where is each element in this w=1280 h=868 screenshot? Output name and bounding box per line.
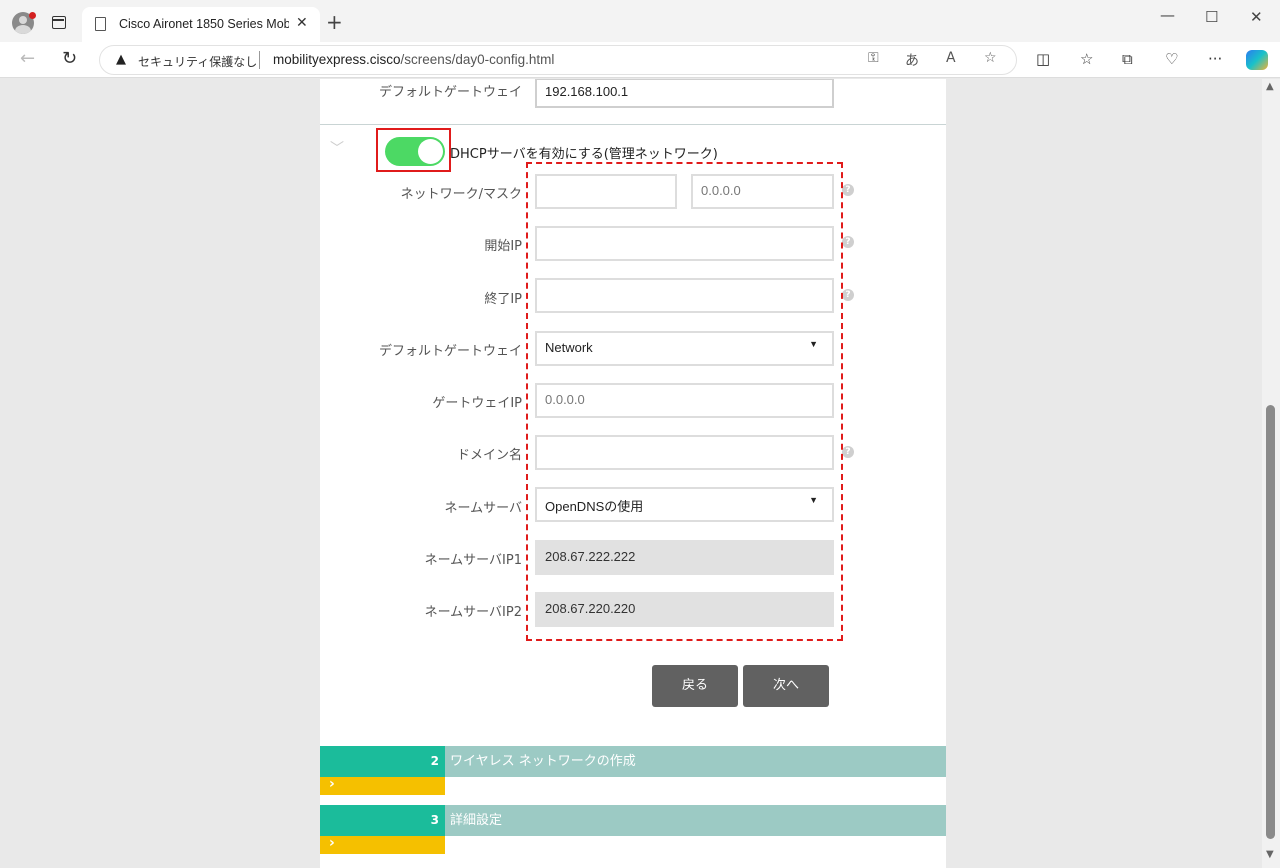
step-3-title: 詳細設定 bbox=[450, 813, 503, 828]
url-host: mobilityexpress.cisco bbox=[273, 52, 401, 67]
profile-notification-dot bbox=[29, 12, 36, 19]
copilot-icon[interactable] bbox=[1246, 50, 1268, 70]
more-options-icon[interactable]: ··· bbox=[1208, 50, 1222, 68]
page-scrollbar[interactable]: ▲ ▼ bbox=[1262, 79, 1280, 868]
tab-title: Cisco Aironet 1850 Series Mobility Expre… bbox=[119, 17, 289, 31]
scroll-thumb[interactable] bbox=[1266, 405, 1275, 839]
scroll-up-icon[interactable]: ▲ bbox=[1266, 81, 1274, 92]
end-ip-help-icon[interactable]: ? bbox=[842, 289, 854, 301]
browser-essentials-icon[interactable]: ♡ bbox=[1165, 50, 1178, 68]
browser-tab-bar: Cisco Aironet 1850 Series Mobility Expre… bbox=[0, 0, 1280, 42]
read-aloud-icon[interactable]: A bbox=[946, 50, 956, 66]
browser-tab-active[interactable]: Cisco Aironet 1850 Series Mobility Expre… bbox=[82, 7, 320, 42]
minimize-icon[interactable]: — bbox=[1160, 6, 1175, 24]
start-ip-help-icon[interactable]: ? bbox=[842, 236, 854, 248]
default-gateway-label: デフォルトゲートウェイ bbox=[378, 344, 522, 359]
new-tab-icon[interactable]: + bbox=[326, 10, 343, 34]
start-ip-label: 開始IP bbox=[484, 239, 522, 254]
maximize-icon[interactable]: ☐ bbox=[1205, 8, 1218, 26]
favorites-icon[interactable]: ☆ bbox=[1080, 50, 1093, 68]
back-button[interactable]: 戻る bbox=[652, 665, 738, 707]
collections-icon[interactable]: ⧉ bbox=[1122, 50, 1133, 68]
step-2-title: ワイヤレス ネットワークの作成 bbox=[450, 754, 636, 769]
collapse-chevron-icon[interactable]: ﹀ bbox=[330, 138, 344, 158]
network-mask-label: ネットワーク/マスク bbox=[400, 187, 522, 202]
address-separator bbox=[259, 51, 260, 69]
gateway-ip-label: ゲートウェイIP bbox=[432, 396, 522, 411]
dhcp-fields-highlight-box bbox=[526, 162, 843, 641]
step-3-number: 3 bbox=[320, 805, 445, 836]
tab-actions-icon[interactable] bbox=[52, 16, 66, 29]
name-server-ip2-label: ネームサーバIP2 bbox=[424, 605, 522, 620]
key-icon[interactable]: ⚿ bbox=[868, 50, 879, 66]
window-close-icon[interactable]: ✕ bbox=[1250, 8, 1263, 26]
url-text[interactable]: mobilityexpress.cisco/screens/day0-confi… bbox=[273, 52, 554, 67]
favorite-star-icon[interactable]: ☆ bbox=[984, 50, 997, 66]
toggle-highlight-box bbox=[376, 128, 451, 172]
chevron-right-icon: › bbox=[329, 835, 335, 851]
page-icon bbox=[95, 17, 106, 31]
domain-name-label: ドメイン名 bbox=[456, 448, 522, 463]
address-field[interactable]: ▲ セキュリティ保護なし mobilityexpress.cisco/scree… bbox=[99, 45, 1017, 75]
chevron-right-icon: › bbox=[329, 776, 335, 792]
step-3-expand-bar[interactable]: › bbox=[320, 835, 445, 854]
translate-icon[interactable]: あ bbox=[905, 50, 919, 70]
end-ip-label: 終了IP bbox=[484, 292, 522, 307]
network-help-icon[interactable]: ? bbox=[842, 184, 854, 196]
scroll-down-icon[interactable]: ▼ bbox=[1266, 849, 1274, 860]
section-divider bbox=[320, 124, 946, 125]
url-path: /screens/day0-config.html bbox=[400, 52, 555, 67]
split-screen-icon[interactable]: ◫ bbox=[1036, 50, 1050, 68]
step-2-number: 2 bbox=[320, 746, 445, 777]
tab-close-icon[interactable]: ✕ bbox=[296, 15, 308, 31]
name-server-ip1-label: ネームサーバIP1 bbox=[424, 553, 522, 568]
name-server-label: ネームサーバ bbox=[444, 501, 522, 516]
config-panel: デフォルトゲートウェイ 192.168.100.1 ﹀ DHCPサーバを有効にす… bbox=[320, 79, 946, 868]
next-button[interactable]: 次へ bbox=[743, 665, 829, 707]
domain-help-icon[interactable]: ? bbox=[842, 446, 854, 458]
step-2-header[interactable]: 2 ワイヤレス ネットワークの作成 bbox=[320, 746, 946, 777]
warning-icon: ▲ bbox=[116, 52, 126, 67]
security-status[interactable]: セキュリティ保護なし bbox=[138, 53, 257, 70]
back-arrow-icon[interactable]: ← bbox=[20, 48, 35, 69]
step-2-expand-bar[interactable]: › bbox=[320, 776, 445, 795]
refresh-icon[interactable]: ↻ bbox=[62, 48, 77, 69]
top-gateway-label: デフォルトゲートウェイ bbox=[378, 85, 522, 100]
page-viewport: デフォルトゲートウェイ 192.168.100.1 ﹀ DHCPサーバを有効にす… bbox=[0, 79, 1262, 868]
step-3-header[interactable]: 3 詳細設定 bbox=[320, 805, 946, 836]
browser-address-bar: ← ↻ ▲ セキュリティ保護なし mobilityexpress.cisco/s… bbox=[0, 42, 1280, 78]
top-gateway-input[interactable]: 192.168.100.1 bbox=[535, 79, 834, 108]
dhcp-toggle-label: DHCPサーバを有効にする(管理ネットワーク) bbox=[450, 147, 718, 162]
